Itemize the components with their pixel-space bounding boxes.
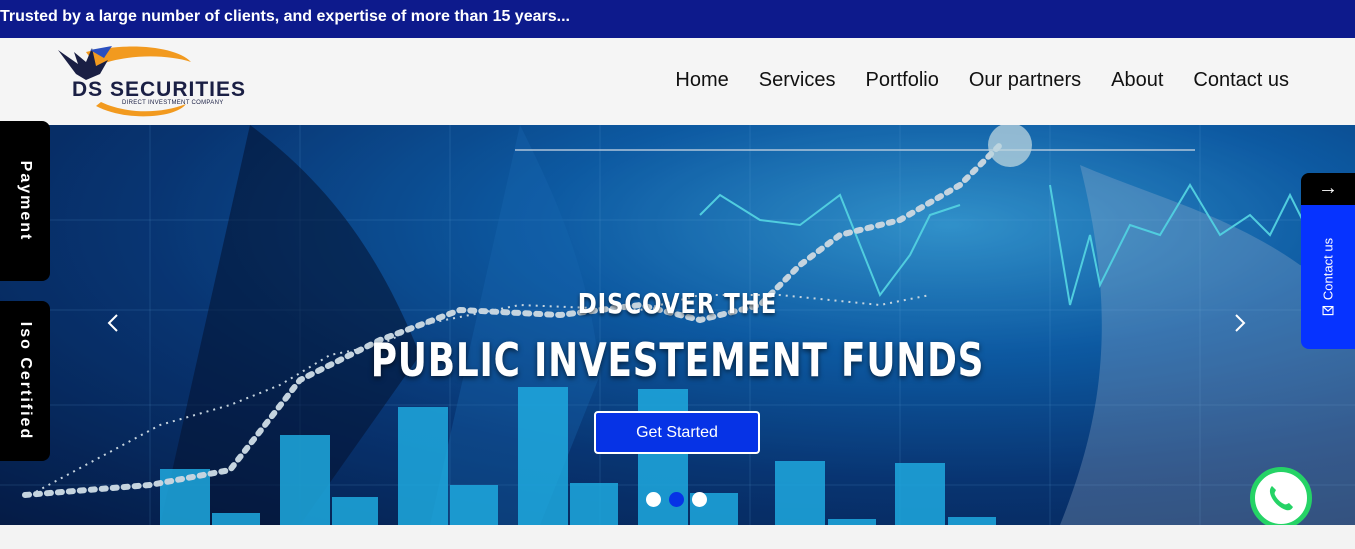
iso-tab-label: Iso Certified [17,321,34,441]
nav-about[interactable]: About [1111,69,1163,92]
logo-tagline: DIRECT INVESTMENT COMPANY [122,100,224,106]
nav-services[interactable]: Services [759,69,836,92]
nav-contact-us[interactable]: Contact us [1193,69,1289,92]
get-started-button[interactable]: Get Started [594,411,760,454]
site-header: DS SECURITIES DIRECT INVESTMENT COMPANY … [0,38,1355,125]
main-nav: Home Services Portfolio Our partners Abo… [675,69,1289,92]
nav-our-partners[interactable]: Our partners [969,69,1081,92]
nav-portfolio[interactable]: Portfolio [865,69,938,92]
slider-dots [646,492,707,507]
payment-tab[interactable]: Payment [0,121,50,281]
slider-dot-1[interactable] [646,492,661,507]
hero-subtitle: DISCOVER THE [577,287,778,320]
logo-name: DS SECURITIES [72,78,247,101]
logo[interactable]: DS SECURITIES DIRECT INVESTMENT COMPANY [56,44,271,120]
hero-slider: DISCOVER THE PUBLIC INVESTEMENT FUNDS Ge… [0,125,1355,525]
announcement-bar: Trusted by a large number of clients, an… [0,0,1355,38]
iso-certified-tab[interactable]: Iso Certified [0,301,50,461]
slider-dot-3[interactable] [692,492,707,507]
contact-tab-label: Contact us [1320,237,1336,301]
announcement-text: Trusted by a large number of clients, an… [0,8,570,25]
envelope-icon [1322,305,1334,316]
page-bottom-strip [0,525,1355,549]
whatsapp-icon[interactable] [1250,467,1312,529]
contact-toggle-arrow-icon[interactable]: → [1301,173,1355,205]
nav-home[interactable]: Home [675,69,728,92]
hero-overlay [0,125,1355,525]
hero-title: PUBLIC INVESTEMENT FUNDS [370,333,985,387]
slider-dot-2[interactable] [669,492,684,507]
contact-us-tab[interactable]: Contact us [1301,205,1355,349]
payment-tab-label: Payment [17,160,34,242]
